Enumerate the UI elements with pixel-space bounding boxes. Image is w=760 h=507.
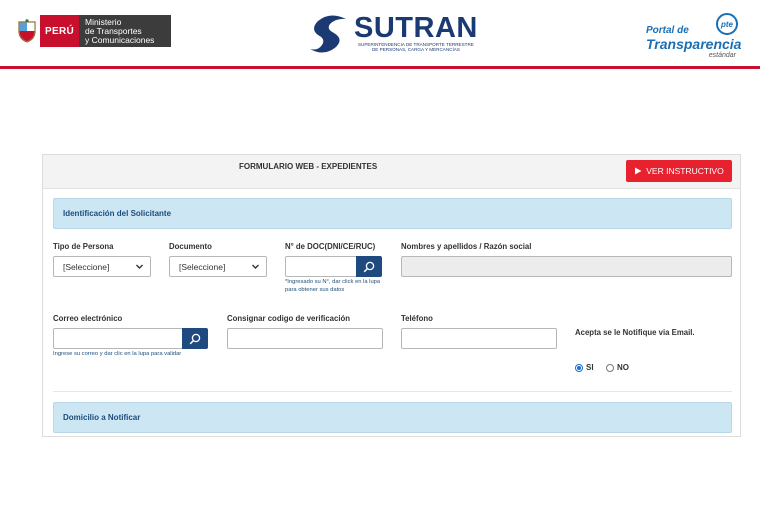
section-domicilio-title: Domicilio a Notificar [63,413,141,422]
documento-select[interactable]: [Seleccione] [169,256,267,277]
ndoc-search-button[interactable] [356,256,382,277]
section-identificacion: Identificación del Solicitante [53,198,732,229]
nombres-input[interactable] [401,256,732,277]
sutran-subtitle-2: DE PERSONAS, CARGA Y MERCANCÍAS [371,47,460,52]
header-divider [0,66,760,69]
portal-de-label: Portal de [646,25,689,36]
search-icon [363,261,375,272]
section-domicilio: Domicilio a Notificar [53,402,732,433]
radio-si-label: SI [586,363,594,372]
correo-search-button[interactable] [182,328,208,349]
correo-input[interactable] [53,328,183,349]
chevron-down-icon [252,264,259,269]
section-divider [53,391,732,392]
peru-shield-icon [14,15,40,47]
peru-label: PERÚ [40,15,79,47]
telefono-label: Teléfono [401,314,433,323]
correo-label: Correo electrónico [53,314,123,323]
chevron-down-icon [136,264,143,269]
ver-instructivo-button[interactable]: VER INSTRUCTIVO [626,160,732,182]
sutran-wordmark: SUTRAN [354,11,478,44]
ministry-line-3: y Comunicaciones [84,35,155,45]
correo-hint: Ingrese su correo y dar clic en la lupa … [53,351,182,357]
sutran-swoosh-icon [310,15,346,53]
radio-si[interactable]: SI [575,363,594,372]
documento-value: [Seleccione] [179,261,226,272]
form-title: FORMULARIO WEB - EXPEDIENTES [239,162,378,171]
transparencia-label: Transparencia [646,36,742,52]
ministry-logo[interactable]: PERÚ Ministerio de Transportes y Comunic… [14,15,171,47]
notifique-label: Acepta se le Notifique via Email. [575,328,695,337]
ndoc-hint: *Ingresado su N°, dar click en la lupa p… [285,279,381,293]
ver-instructivo-label: VER INSTRUCTIVO [646,166,724,176]
telefono-input[interactable] [401,328,557,349]
tipo-persona-label: Tipo de Persona [53,242,114,251]
play-icon [635,167,642,175]
documento-label: Documento [169,242,212,251]
ndoc-label: N° de DOC(DNI/CE/RUC) [285,242,376,251]
expedientes-form-panel: FORMULARIO WEB - EXPEDIENTES VER INSTRUC… [42,154,741,437]
codigo-label: Consignar codigo de verificación [227,314,351,323]
nombres-label: Nombres y apellidos / Razón social [401,242,532,251]
pte-badge-icon: pte [716,13,738,35]
radio-no-dot[interactable] [606,363,614,372]
sutran-logo[interactable]: SUTRAN SUPERINTENDENCIA DE TRANSPORTE TE… [308,13,478,53]
portal-transparencia-logo[interactable]: pte Portal de Transparencia estándar [646,13,746,61]
search-icon [189,333,201,344]
codigo-verificacion-input[interactable] [227,328,383,349]
tipo-persona-value: [Seleccione] [63,261,110,272]
form-header: FORMULARIO WEB - EXPEDIENTES VER INSTRUC… [43,155,740,189]
radio-no[interactable]: NO [606,363,629,372]
estandar-label: estándar [708,52,736,59]
ministry-name: Ministerio de Transportes y Comunicacion… [78,15,171,47]
site-header: PERÚ Ministerio de Transportes y Comunic… [0,0,760,66]
radio-si-dot[interactable] [575,363,583,372]
section-identificacion-title: Identificación del Solicitante [63,209,172,218]
radio-no-label: NO [617,363,629,372]
tipo-persona-select[interactable]: [Seleccione] [53,256,151,277]
ndoc-input[interactable] [285,256,357,277]
